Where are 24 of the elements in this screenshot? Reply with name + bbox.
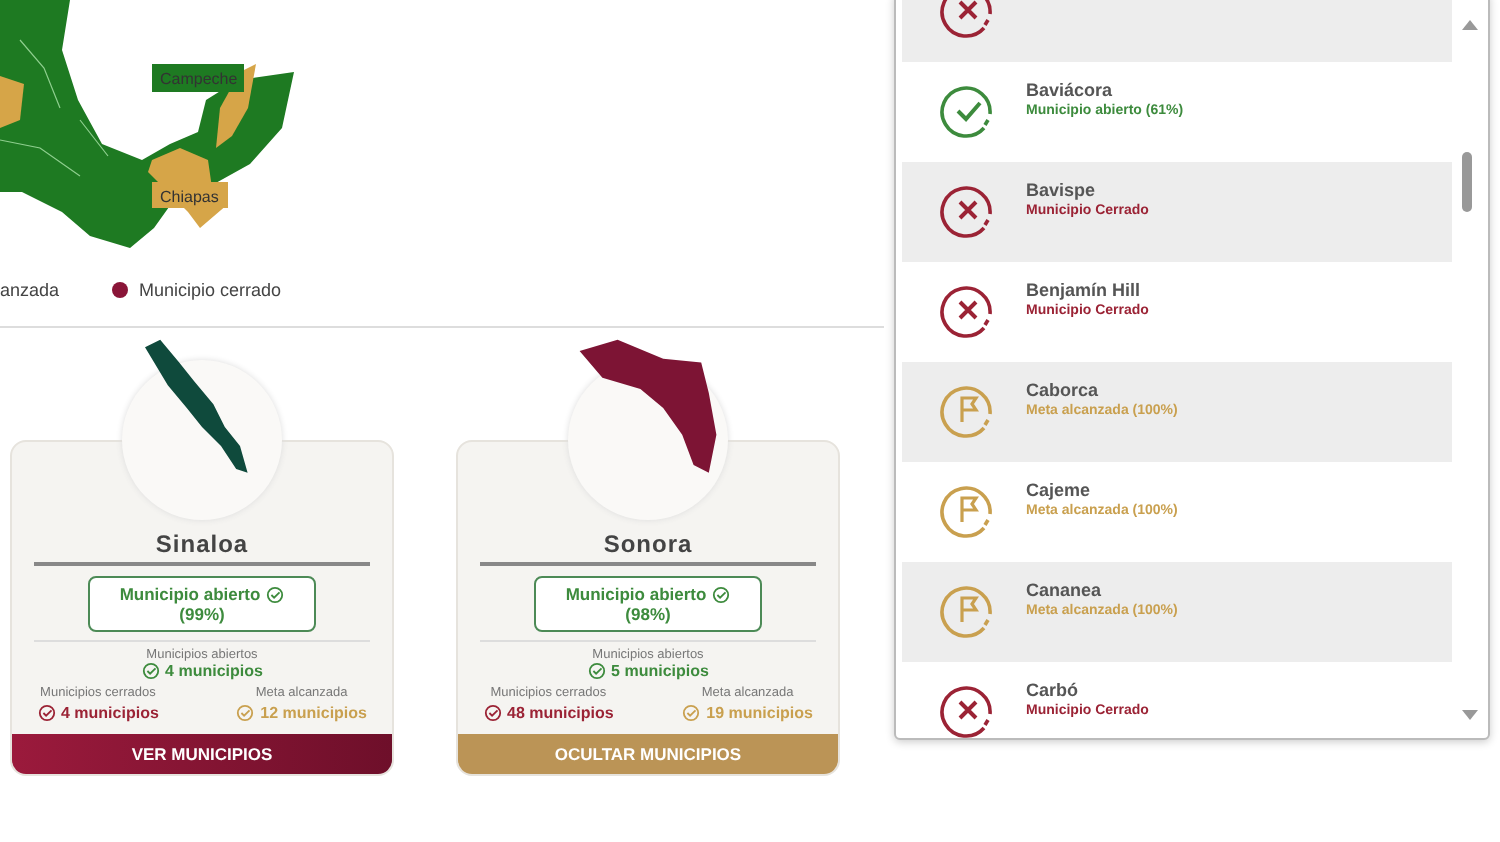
status-label: Municipio abierto: [119, 584, 261, 604]
legend-label: anzada: [0, 280, 60, 300]
municipality-name: Benjamín Hill: [1026, 280, 1143, 300]
stat-count: 12 municipios: [260, 704, 367, 722]
municipalities-button[interactable]: VER MUNICIPIOS: [12, 734, 392, 774]
status-percent: (99%): [179, 604, 225, 624]
municipality-name: Bavispe: [1026, 180, 1098, 200]
municipality-name: Caborca: [1026, 380, 1101, 400]
legend-label: Municipio cerrado: [139, 280, 282, 300]
stat-count: 5 municipios: [611, 662, 709, 680]
stat-count: 4 municipios: [61, 704, 159, 722]
stat-count: 48 municipios: [507, 704, 614, 722]
map-label: Chiapas: [160, 188, 219, 206]
map-label: Campeche: [160, 70, 238, 88]
municipality-name: Baviácora: [1026, 80, 1115, 100]
stat-count: 19 municipios: [706, 704, 813, 722]
status-percent: (98%): [625, 604, 671, 624]
municipality-name: Cajeme: [1026, 480, 1093, 500]
status-label: Municipio abierto: [565, 584, 707, 604]
municipality-name: Carbó: [1026, 680, 1081, 700]
state-name: Sonora: [480, 530, 816, 566]
state-name: Sinaloa: [34, 530, 370, 566]
municipality-name: Cananea: [1026, 580, 1104, 600]
stat-count: 4 municipios: [165, 662, 263, 680]
